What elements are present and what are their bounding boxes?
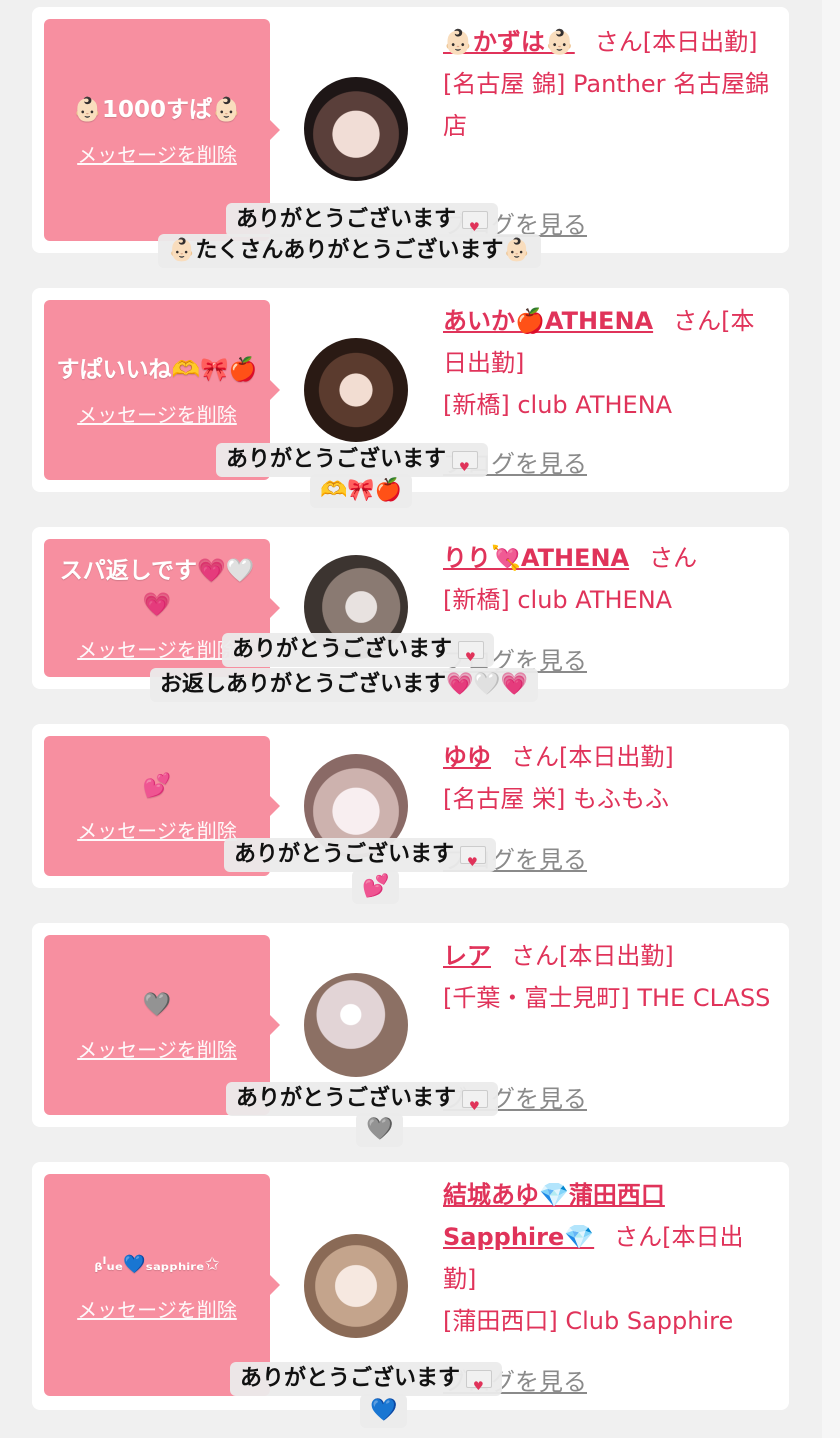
- reply-text: 🫶🎀🍎: [320, 478, 403, 503]
- avatar[interactable]: [304, 973, 408, 1077]
- reply-overlay: 💙: [360, 1394, 408, 1428]
- shop-name: [名古屋 錦] Panther 名古屋錦店: [443, 70, 770, 140]
- cast-name-link[interactable]: あいか🍎ATHENA: [443, 307, 653, 335]
- reply-overlay: 👶🏻たくさんありがとうございます👶🏻: [158, 234, 541, 268]
- cast-info: 👶🏻かずは👶🏻 さん[本日出勤] [名古屋 錦] Panther 名古屋錦店: [443, 21, 773, 147]
- reply-overlay: 🫶🎀🍎: [310, 474, 413, 508]
- cast-info: ゆゆ さん[本日出勤] [名古屋 栄] もふもふ: [443, 736, 773, 820]
- reply-overlay: ありがとうございます: [224, 838, 497, 879]
- envelope-icon: [460, 845, 487, 879]
- reply-text: ありがとうございます: [234, 842, 455, 867]
- reply-text: ありがとうございます: [236, 1086, 457, 1111]
- delete-message-link[interactable]: メッセージを削除: [77, 634, 237, 663]
- reply-overlay: ありがとうございます: [216, 443, 489, 484]
- reply-text: ありがとうございます: [240, 1366, 461, 1391]
- cast-name-link[interactable]: 👶🏻かずは👶🏻: [443, 28, 575, 56]
- message-text: 👶🏻1000すぱ👶🏻: [73, 96, 241, 123]
- reply-text: 💕: [362, 874, 390, 899]
- cast-info: あいか🍎ATHENA さん[本日出勤] [新橋] club ATHENA: [443, 300, 773, 426]
- envelope-icon: [452, 450, 479, 484]
- cast-name-link[interactable]: ゆゆ: [443, 743, 491, 771]
- cast-name-link[interactable]: レア: [443, 942, 491, 970]
- reply-text: 🩶: [366, 1117, 394, 1142]
- cast-status: さん[本日出勤]: [511, 743, 674, 771]
- shop-name: [新橋] club ATHENA: [443, 391, 673, 419]
- reply-text: ありがとうございます: [226, 447, 447, 472]
- reply-overlay: ありがとうございます: [230, 1362, 503, 1403]
- avatar[interactable]: [304, 1234, 408, 1338]
- message-text: 💕: [142, 772, 172, 799]
- cast-info: 結城あゆ💎蒲田西口Sapphire💎 さん[本日出勤] [蒲田西口] Club S…: [443, 1174, 773, 1342]
- reply-text: 👶🏻たくさんありがとうございます👶🏻: [168, 238, 531, 263]
- shop-name: [名古屋 栄] もふもふ: [443, 785, 669, 813]
- reply-text: 💙: [370, 1398, 398, 1423]
- cast-info: りり💘ATHENA さん [新橋] club ATHENA: [443, 537, 773, 621]
- delete-message-link[interactable]: メッセージを削除: [77, 1034, 237, 1063]
- cast-status: さん[本日出勤]: [511, 942, 674, 970]
- cast-name-link[interactable]: りり💘ATHENA: [443, 544, 629, 572]
- delete-message-link[interactable]: メッセージを削除: [77, 1294, 237, 1323]
- delete-message-link[interactable]: メッセージを削除: [77, 399, 237, 428]
- envelope-icon: [458, 640, 485, 674]
- message-text: スパ返しです💗🤍💗: [59, 557, 255, 618]
- reply-overlay: 🩶: [356, 1113, 404, 1147]
- message-text: 🩶: [142, 991, 172, 1018]
- message-text: すぱいいね🫶🎀🍎: [56, 356, 258, 383]
- reply-text: ありがとうございます: [236, 207, 457, 232]
- cast-status: さん: [649, 544, 698, 572]
- reply-overlay: ありがとうございます: [226, 1082, 499, 1123]
- reply-overlay: お返しありがとうございます💗🤍💗: [150, 668, 539, 702]
- page-edge: [822, 0, 840, 1438]
- cast-status: さん[本日出勤]: [594, 28, 758, 56]
- envelope-icon: [462, 1089, 489, 1123]
- cast-info: レア さん[本日出勤] [千葉・富士見町] THE CLASS: [443, 935, 773, 1019]
- shop-name: [新橋] club ATHENA: [443, 586, 673, 614]
- reply-text: ありがとうございます: [232, 637, 453, 662]
- message-text: ᵦˡᵤₑ💙ₛₐₚₚₕᵢᵣₑ✩: [94, 1253, 220, 1275]
- reply-overlay: ありがとうございます: [226, 203, 499, 244]
- avatar[interactable]: [304, 338, 408, 442]
- shop-name: [千葉・富士見町] THE CLASS: [443, 984, 771, 1012]
- reply-overlay: ありがとうございます: [222, 633, 495, 674]
- envelope-icon: [466, 1369, 493, 1403]
- reply-text: お返しありがとうございます💗🤍💗: [160, 672, 529, 697]
- reply-overlay: 💕: [352, 870, 400, 904]
- envelope-icon: [462, 210, 489, 244]
- delete-message-link[interactable]: メッセージを削除: [77, 139, 237, 168]
- avatar[interactable]: [304, 77, 408, 181]
- shop-name: [蒲田西口] Club Sapphire: [443, 1307, 734, 1335]
- delete-message-link[interactable]: メッセージを削除: [77, 815, 237, 844]
